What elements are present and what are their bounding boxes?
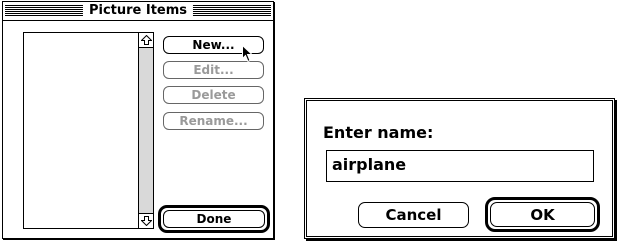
rename-button[interactable]: Rename...: [163, 112, 264, 130]
window-title: Picture Items: [82, 3, 194, 19]
done-button[interactable]: Done: [163, 210, 265, 228]
enter-name-prompt: Enter name:: [323, 123, 434, 142]
scroll-up-arrow-icon: [140, 35, 152, 45]
done-button-default-ring: Done: [158, 205, 270, 233]
scroll-down-arrow-icon: [140, 216, 152, 226]
ok-button-default-ring: OK: [485, 197, 600, 232]
name-input[interactable]: airplane: [326, 150, 594, 182]
window-title-bar[interactable]: Picture Items: [3, 2, 273, 21]
edit-button[interactable]: Edit...: [163, 61, 264, 79]
scroll-down-button[interactable]: [139, 213, 153, 228]
enter-name-dialog: Enter name: airplane Cancel OK: [304, 98, 615, 239]
mouse-pointer-icon: [242, 45, 254, 63]
picture-items-list[interactable]: [23, 32, 154, 229]
scroll-up-button[interactable]: [139, 33, 153, 48]
delete-button[interactable]: Delete: [163, 86, 264, 104]
ok-button[interactable]: OK: [490, 202, 595, 227]
cancel-button[interactable]: Cancel: [358, 202, 469, 228]
list-scrollbar[interactable]: [138, 33, 153, 228]
picture-items-window: Picture Items New... Edit... Delete Rena…: [2, 1, 274, 239]
